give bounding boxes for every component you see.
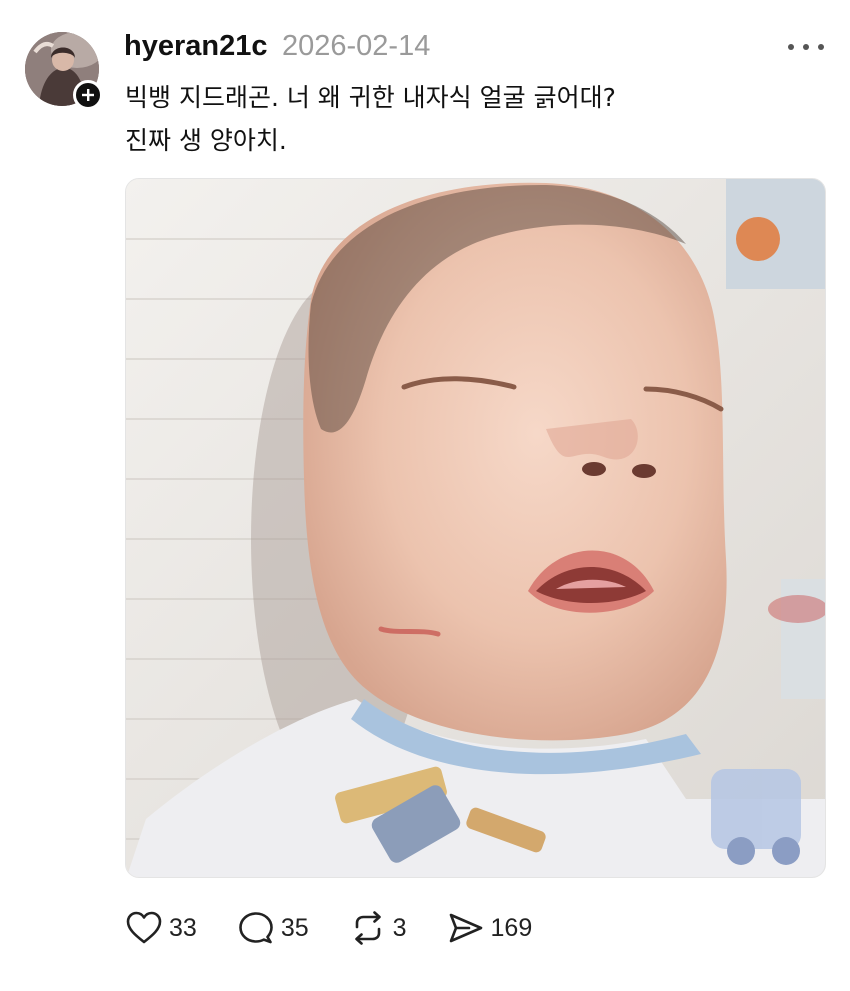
follow-plus-button[interactable] <box>73 80 103 110</box>
post-text-line: 진짜 생 양아치. <box>125 126 287 155</box>
repost-button[interactable]: 3 <box>349 910 407 946</box>
avatar-container[interactable] <box>25 32 103 110</box>
action-bar: 33 35 3 169 <box>125 906 572 950</box>
share-count: 169 <box>490 913 533 942</box>
post-photo[interactable] <box>125 178 826 878</box>
plus-icon <box>82 89 94 101</box>
more-dot <box>818 44 824 50</box>
like-count: 33 <box>169 913 197 942</box>
post: hyeran21c 2026-02-14 빅뱅 지드래곤. 너 왜 귀한 내자식… <box>0 0 850 991</box>
send-icon <box>449 913 482 943</box>
more-options-icon[interactable] <box>788 36 824 58</box>
post-text: 빅뱅 지드래곤. 너 왜 귀한 내자식 얼굴 긁어대? 진짜 생 양아치. <box>125 76 825 162</box>
more-dot <box>788 44 794 50</box>
comment-icon <box>239 912 273 944</box>
like-button[interactable]: 33 <box>125 910 197 946</box>
share-button[interactable]: 169 <box>447 910 533 946</box>
baby-photo-image <box>126 179 825 877</box>
timestamp: 2026-02-14 <box>282 30 431 62</box>
repost-count: 3 <box>392 913 407 942</box>
more-dot <box>803 44 809 50</box>
reply-count: 35 <box>280 913 309 942</box>
username[interactable]: hyeran21c <box>124 30 268 63</box>
reply-button[interactable]: 35 <box>237 910 309 946</box>
heart-icon <box>126 911 162 944</box>
post-text-line: 빅뱅 지드래곤. 너 왜 귀한 내자식 얼굴 긁어대? <box>125 83 616 112</box>
repost-icon <box>354 911 381 945</box>
